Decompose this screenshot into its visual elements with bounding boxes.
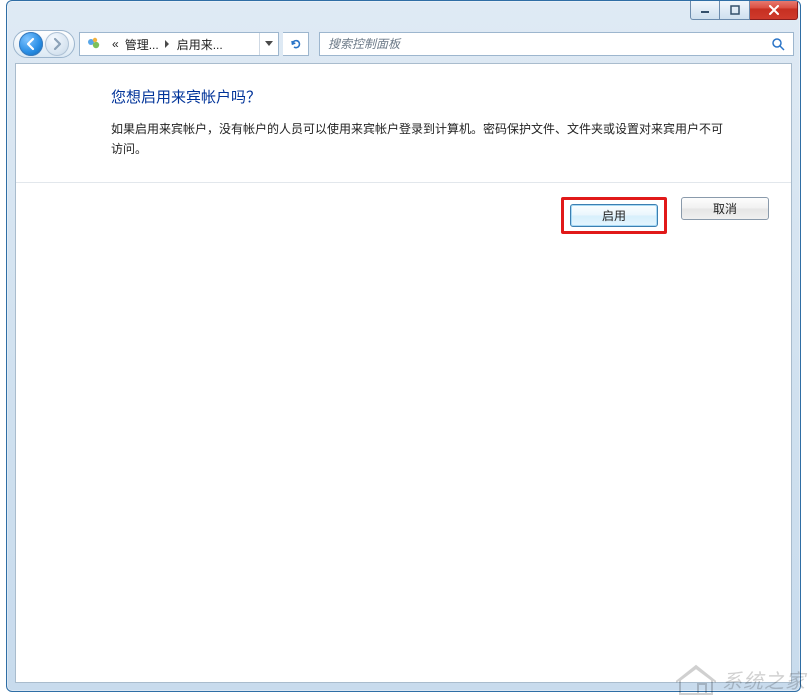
nav-back-button[interactable] [19,32,43,56]
search-input[interactable] [326,36,770,52]
nav-pill [13,30,75,58]
close-icon [768,5,780,15]
chevron-right-icon[interactable] [161,40,173,48]
refresh-icon [289,37,303,51]
search-icon [770,37,787,51]
minimize-icon [700,5,710,15]
breadcrumb-seg-1[interactable]: 管理... [121,33,161,55]
breadcrumb-prefix[interactable]: « [108,33,121,55]
control-panel-icon [84,34,104,54]
search-box[interactable] [319,32,794,56]
button-row: 启用 取消 [16,183,791,234]
address-bar[interactable]: « 管理... 启用来... [79,32,279,56]
stage: « 管理... 启用来... [0,0,810,700]
enable-button[interactable]: 启用 [570,204,658,227]
nav-forward-button[interactable] [45,32,69,56]
content: 您想启用来宾帐户吗？ 如果启用来宾帐户，没有帐户的人员可以使用来宾帐户登录到计算… [16,64,791,160]
chevron-down-icon [265,41,273,47]
address-dropdown[interactable] [259,33,278,55]
page-title: 您想启用来宾帐户吗？ [111,86,763,107]
breadcrumb-seg-2[interactable]: 启用来... [173,33,225,55]
highlight-box: 启用 [561,197,667,234]
window-frame: « 管理... 启用来... [6,0,801,692]
minimize-button[interactable] [690,0,720,20]
arrow-right-icon [50,37,64,51]
cancel-button[interactable]: 取消 [681,197,769,220]
caption-buttons [690,0,798,20]
refresh-button[interactable] [283,32,309,56]
titlebar[interactable] [7,1,800,27]
close-button[interactable] [750,0,798,20]
nav-row: « 管理... 启用来... [7,27,800,61]
arrow-left-icon [24,37,38,51]
page-description: 如果启用来宾帐户，没有帐户的人员可以使用来宾帐户登录到计算机。密码保护文件、文件… [111,119,731,160]
maximize-icon [730,5,740,15]
maximize-button[interactable] [720,0,750,20]
client-area: 您想启用来宾帐户吗？ 如果启用来宾帐户，没有帐户的人员可以使用来宾帐户登录到计算… [15,63,792,683]
